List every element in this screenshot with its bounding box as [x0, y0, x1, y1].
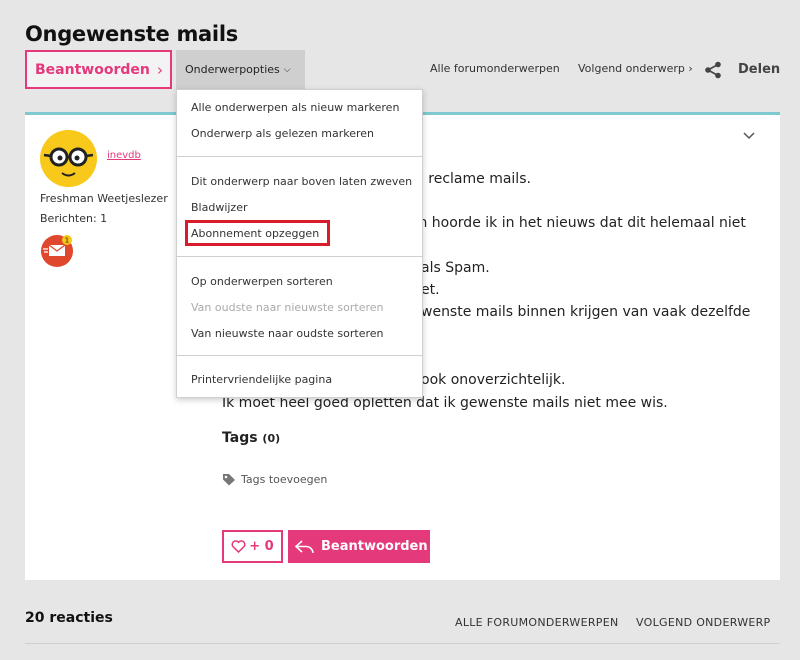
page-title: Ongewenste mails	[25, 22, 238, 46]
add-tags-link[interactable]: Tags toevoegen	[241, 473, 327, 486]
tags-label: Tags	[222, 430, 258, 446]
menu-item-mark-read[interactable]: Onderwerp als gelezen markeren	[191, 127, 374, 140]
chevron-down-icon: ⌵	[283, 64, 291, 75]
badge-count: 1	[65, 237, 69, 245]
next-topic-link-bottom[interactable]: VOLGEND ONDERWERP	[636, 616, 771, 629]
menu-item-sort-topics[interactable]: Op onderwerpen sorteren	[191, 275, 333, 288]
all-topics-link-bottom[interactable]: ALLE FORUMONDERWERPEN	[455, 616, 619, 629]
reply-arrow-icon	[295, 539, 314, 553]
post-text-line: 00 reclame mails.	[406, 171, 531, 187]
author-rank: Freshman Weetjeslezer	[40, 192, 168, 205]
reply-button-label: Beantwoorden	[321, 539, 428, 554]
tags-count: (0)	[262, 432, 281, 445]
like-count: + 0	[249, 539, 274, 554]
post-text-line: ook onoverzichtelijk.	[421, 372, 566, 388]
reply-button-top[interactable]: Beantwoorden ›	[25, 50, 172, 89]
chevron-down-icon[interactable]	[743, 130, 755, 140]
like-button[interactable]: + 0	[222, 530, 283, 563]
reply-button-label: Beantwoorden	[35, 61, 150, 78]
tag-icon	[223, 474, 235, 486]
menu-item-sort-newest-first[interactable]: Van nieuwste naar oudste sorteren	[191, 327, 384, 340]
author-username[interactable]: inevdb	[107, 150, 141, 161]
avatar[interactable]	[40, 130, 97, 187]
post-text-line: et.	[421, 282, 440, 298]
menu-item-printer-friendly[interactable]: Printervriendelijke pagina	[191, 373, 332, 386]
post-text-line: wenste mails binnen krijgen van vaak dez…	[421, 304, 751, 320]
highlight-box	[185, 220, 330, 246]
heart-icon	[231, 540, 246, 553]
share-button[interactable]: Delen	[738, 62, 780, 77]
menu-divider	[177, 156, 422, 157]
menu-divider	[177, 355, 422, 356]
avatar-face-icon	[43, 147, 94, 177]
menu-divider	[177, 256, 422, 257]
post-text-line: lan hoorde ik in het nieuws dat dit hele…	[406, 215, 746, 231]
all-topics-link[interactable]: Alle forumonderwerpen	[430, 62, 560, 75]
tags-heading: Tags (0)	[222, 430, 280, 446]
menu-item-float-topic[interactable]: Dit onderwerp naar boven laten zweven	[191, 175, 412, 188]
share-icon[interactable]	[704, 61, 722, 79]
author-post-count: Berichten: 1	[40, 212, 108, 225]
reply-button[interactable]: Beantwoorden	[288, 530, 430, 563]
topic-options-label: Onderwerpopties	[185, 63, 280, 76]
chevron-right-icon: ›	[157, 61, 163, 79]
topic-options-button[interactable]: Onderwerpopties ⌵	[176, 50, 305, 89]
menu-item-bookmark[interactable]: Bladwijzer	[191, 201, 248, 214]
reactions-count: 20 reacties	[25, 610, 113, 626]
next-topic-link[interactable]: Volgend onderwerp ›	[578, 62, 693, 75]
mail-badge-icon: 1	[41, 235, 73, 267]
chevron-right-icon: ›	[688, 62, 693, 75]
divider	[25, 643, 780, 644]
next-topic-label: Volgend onderwerp	[578, 62, 685, 75]
post-text-line: als Spam.	[421, 260, 490, 276]
menu-item-sort-oldest-first: Van oudste naar nieuwste sorteren	[191, 301, 384, 314]
menu-item-mark-all-new[interactable]: Alle onderwerpen als nieuw markeren	[191, 101, 399, 114]
